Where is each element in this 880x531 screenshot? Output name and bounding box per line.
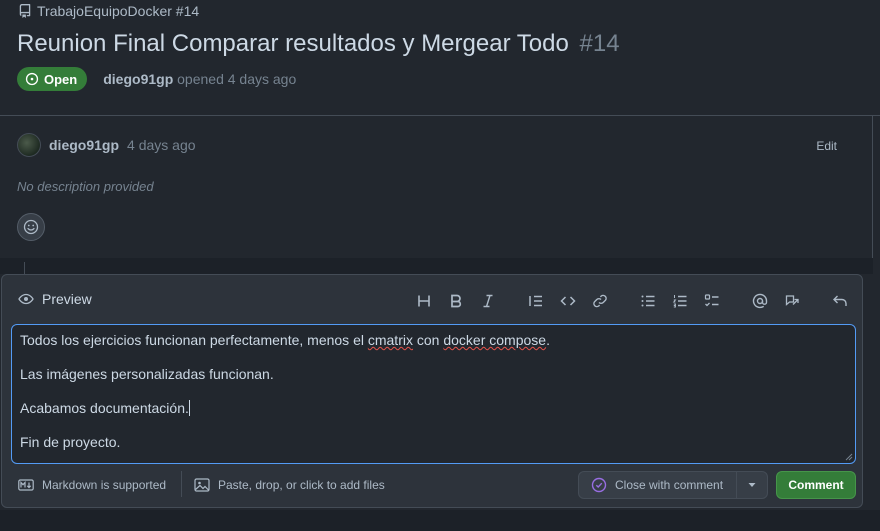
- close-button-label: Close with comment: [615, 478, 724, 492]
- comment-editor: Preview Todos los ejercicios funcionan p…: [1, 274, 863, 508]
- reference-icon: [785, 295, 799, 306]
- link-button[interactable]: [590, 291, 610, 311]
- heading-icon: [418, 295, 430, 307]
- textarea-line-1: Todos los ejercicios funcionan perfectam…: [20, 332, 550, 348]
- comment-timestamp[interactable]: 4 days ago: [127, 137, 196, 153]
- undo-button[interactable]: [830, 291, 850, 311]
- reference-button[interactable]: [782, 291, 802, 311]
- attach-files-button[interactable]: Paste, drop, or click to add files: [194, 477, 385, 493]
- textarea-line-3: Acabamos documentación.: [20, 400, 190, 416]
- mention-icon: [752, 293, 768, 309]
- unordered-list-icon: [641, 295, 655, 307]
- editor-header: Preview: [2, 275, 862, 323]
- markdown-help-link[interactable]: Markdown is supported: [18, 477, 166, 493]
- triangle-down-icon: [748, 483, 756, 487]
- edit-button[interactable]: Edit: [816, 139, 837, 153]
- timeline-gap: [0, 258, 873, 274]
- attach-note-label: Paste, drop, or click to add files: [218, 478, 385, 492]
- link-icon: [593, 294, 607, 308]
- tab-preview[interactable]: Preview: [18, 291, 92, 307]
- comment-body: No description provided: [17, 179, 154, 194]
- textarea-line-4: Fin de proyecto.: [20, 434, 121, 450]
- comment-textarea[interactable]: Todos los ejercicios funcionan perfectam…: [11, 324, 856, 464]
- mention-button[interactable]: [750, 291, 770, 311]
- repo-icon: [19, 4, 31, 18]
- code-button[interactable]: [558, 291, 578, 311]
- status-badge-label: Open: [44, 71, 78, 87]
- markdown-note-label: Markdown is supported: [42, 478, 167, 492]
- eye-icon: [18, 293, 34, 305]
- comment-author-link[interactable]: diego91gp: [49, 137, 119, 153]
- heading-button[interactable]: [414, 291, 434, 311]
- bold-button[interactable]: [446, 291, 466, 311]
- smiley-icon: [23, 219, 39, 235]
- footer-divider: [181, 471, 182, 497]
- issue-author-link[interactable]: diego91gp: [103, 71, 173, 87]
- ordered-list-button[interactable]: [670, 291, 690, 311]
- quote-button[interactable]: [526, 291, 546, 311]
- tab-preview-label: Preview: [42, 291, 92, 307]
- image-icon: [194, 478, 210, 492]
- issue-number: #14: [579, 30, 620, 57]
- italic-button[interactable]: [478, 291, 498, 311]
- text-caret: [188, 400, 190, 416]
- close-issue-group: Close with comment: [578, 471, 768, 499]
- repo-breadcrumb[interactable]: TrabajoEquipoDocker #14: [18, 3, 199, 19]
- task-list-icon: [704, 294, 719, 307]
- task-list-button[interactable]: [702, 291, 722, 311]
- editor-footer: Markdown is supported Paste, drop, or cl…: [2, 471, 862, 507]
- status-badge: Open: [17, 67, 88, 91]
- resize-grip-icon[interactable]: [845, 453, 853, 461]
- markdown-icon: [18, 479, 34, 491]
- ordered-list-icon: [672, 295, 687, 308]
- close-options-dropdown[interactable]: [737, 472, 767, 498]
- page-bottom: [0, 510, 880, 531]
- issue-opened-text: opened 4 days ago: [177, 71, 297, 87]
- close-with-comment-button[interactable]: Close with comment: [579, 472, 737, 498]
- quote-icon: [529, 295, 542, 307]
- repo-name[interactable]: TrabajoEquipoDocker #14: [37, 3, 199, 19]
- issue-closed-icon: [591, 477, 607, 493]
- add-reaction-button[interactable]: [17, 213, 45, 241]
- avatar[interactable]: [17, 133, 41, 157]
- code-icon: [560, 296, 576, 306]
- comment-card: diego91gp 4 days ago Edit No description…: [0, 116, 873, 258]
- italic-icon: [483, 294, 493, 308]
- undo-icon: [833, 295, 847, 306]
- textarea-line-2: Las imágenes personalizadas funcionan.: [20, 366, 274, 382]
- issue-title: Reunion Final Comparar resultados y Merg…: [17, 30, 620, 58]
- comment-button[interactable]: Comment: [776, 471, 856, 499]
- unordered-list-button[interactable]: [638, 291, 658, 311]
- issue-open-icon: [25, 72, 39, 86]
- comment-header: diego91gp 4 days ago: [17, 133, 196, 157]
- issue-title-text: Reunion Final Comparar resultados y Merg…: [17, 30, 569, 57]
- issue-meta: Open diego91gp opened 4 days ago: [17, 67, 296, 91]
- bold-icon: [451, 294, 462, 308]
